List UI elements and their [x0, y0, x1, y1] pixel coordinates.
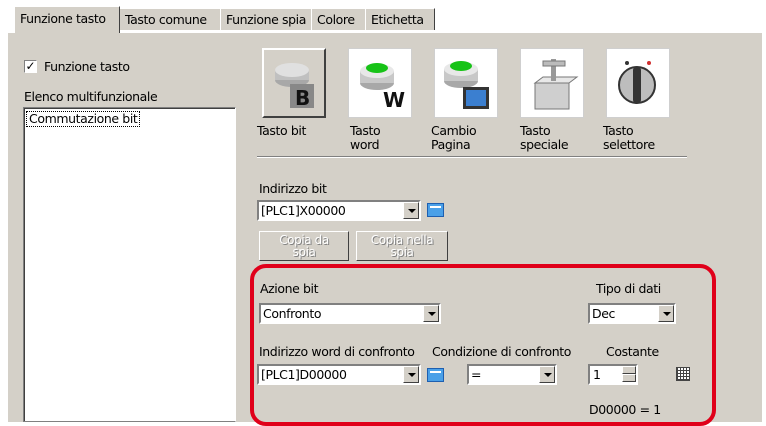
- status-readout: D00000 = 1: [589, 402, 661, 417]
- constant-spinner[interactable]: 1: [588, 364, 638, 385]
- funzione-tasto-checkbox-label: Funzione tasto: [44, 59, 130, 74]
- bit-action-value: Confronto: [263, 306, 322, 321]
- copy-to-lamp-button[interactable]: Copia nella spia: [356, 231, 448, 261]
- compare-word-address-label: Indirizzo word di confronto: [259, 344, 415, 359]
- tab-funzione-spia[interactable]: Funzione spia: [220, 8, 312, 30]
- special-switch-icon: [533, 59, 579, 110]
- compare-word-address-value: [PLC1]D00000: [261, 367, 347, 382]
- change-screen-button[interactable]: [434, 48, 498, 118]
- chevron-down-icon[interactable]: [403, 202, 419, 219]
- spin-up-button[interactable]: [622, 366, 636, 374]
- special-switch-button[interactable]: [520, 48, 584, 118]
- constant-label: Costante: [606, 344, 659, 359]
- change-screen-icon: [444, 61, 489, 109]
- copy-from-lamp-button[interactable]: Copia da spia: [259, 231, 349, 261]
- word-switch-label: Tasto word: [350, 123, 381, 152]
- bit-address-value: [PLC1]X00000: [261, 203, 346, 218]
- selector-switch-icon: [618, 61, 656, 104]
- multifunction-list[interactable]: Commutazione bit: [23, 107, 236, 422]
- compare-condition-value: =: [471, 367, 482, 382]
- tab-colore[interactable]: Colore: [311, 8, 366, 30]
- special-switch-label: Tasto speciale: [520, 123, 569, 152]
- tab-tasto-comune[interactable]: Tasto comune: [119, 8, 221, 30]
- tab-etichetta[interactable]: Etichetta: [365, 8, 435, 30]
- data-type-label: Tipo di dati: [596, 281, 661, 296]
- constant-value: 1: [593, 367, 601, 382]
- svg-text:B: B: [295, 86, 310, 110]
- bit-switch-icon: B: [275, 63, 314, 110]
- change-screen-label: Cambio Pagina: [431, 123, 477, 152]
- spin-down-button[interactable]: [622, 374, 636, 382]
- chevron-down-icon[interactable]: [658, 305, 674, 322]
- word-switch-button[interactable]: W: [348, 48, 412, 118]
- chevron-down-icon[interactable]: [539, 366, 555, 383]
- bit-action-combo[interactable]: Confronto: [259, 303, 441, 324]
- word-switch-icon: W: [360, 63, 405, 112]
- separator: [257, 156, 687, 158]
- bit-switch-label: Tasto bit: [257, 123, 306, 138]
- tab-funzione-tasto[interactable]: Funzione tasto: [14, 6, 120, 33]
- data-type-value: Dec: [592, 306, 615, 321]
- chevron-down-icon[interactable]: [403, 366, 419, 383]
- selector-switch-label: Tasto selettore: [603, 123, 655, 152]
- bit-action-label: Azione bit: [260, 281, 319, 296]
- grid-keypad-icon[interactable]: [676, 367, 690, 381]
- chevron-down-icon[interactable]: [423, 305, 439, 322]
- bit-address-combo[interactable]: [PLC1]X00000: [257, 200, 421, 221]
- compare-condition-label: Condizione di confronto: [432, 344, 571, 359]
- list-item[interactable]: Commutazione bit: [26, 111, 140, 127]
- keypad-icon[interactable]: [427, 368, 444, 382]
- data-type-combo[interactable]: Dec: [588, 303, 676, 324]
- bit-address-label: Indirizzo bit: [259, 181, 327, 196]
- svg-text:W: W: [383, 88, 405, 112]
- compare-condition-combo[interactable]: =: [467, 364, 557, 385]
- funzione-tasto-checkbox[interactable]: ✓: [24, 60, 37, 73]
- selector-switch-button[interactable]: [606, 48, 670, 118]
- compare-word-address-combo[interactable]: [PLC1]D00000: [257, 364, 421, 385]
- keypad-icon[interactable]: [427, 203, 444, 217]
- list-title: Elenco multifunzionale: [24, 89, 158, 104]
- bit-switch-button[interactable]: B: [262, 48, 326, 118]
